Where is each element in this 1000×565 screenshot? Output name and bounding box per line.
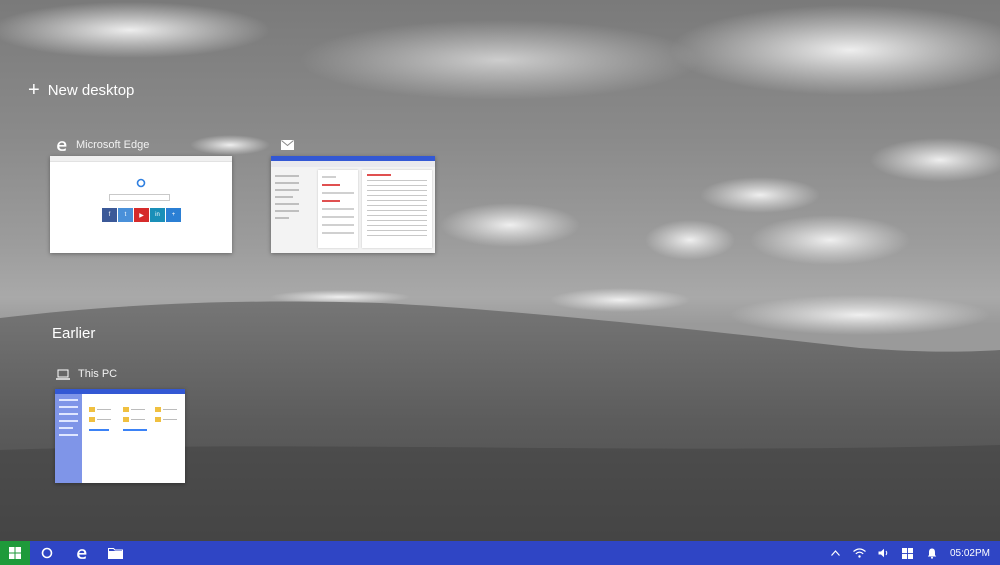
windows-logo-icon: [902, 547, 914, 559]
start-button[interactable]: [0, 541, 30, 565]
chevron-up-icon: [831, 550, 841, 556]
edge-icon: [76, 548, 86, 559]
window-thumbnail-edge[interactable]: [50, 156, 232, 253]
window-title-edge: Microsoft Edge: [54, 138, 149, 152]
earlier-heading: Earlier: [52, 325, 96, 342]
volume-button[interactable]: [872, 541, 896, 565]
window-thumbnail-this-pc[interactable]: [55, 389, 185, 483]
cortana-icon: [136, 178, 146, 188]
new-desktop-button[interactable]: + New desktop: [28, 79, 135, 101]
network-button[interactable]: [848, 541, 872, 565]
windows-tray-button[interactable]: [896, 541, 920, 565]
search-box: [109, 194, 170, 201]
file-explorer-icon: [107, 548, 123, 559]
clock[interactable]: 05:02PM: [950, 548, 990, 559]
window-title-label: Microsoft Edge: [76, 139, 150, 151]
wifi-icon: [853, 548, 867, 558]
volume-icon: [878, 548, 888, 558]
plus-icon: +: [28, 79, 40, 101]
window-title-label: This PC: [78, 368, 118, 380]
cortana-button[interactable]: [30, 541, 64, 565]
action-center-button[interactable]: [920, 541, 944, 565]
taskbar: 05:02PM: [0, 541, 1000, 565]
window-title-this-pc: This PC: [56, 367, 117, 381]
file-explorer-button[interactable]: [98, 541, 132, 565]
system-tray: 05:02PM: [824, 541, 1000, 565]
cortana-icon: [41, 547, 53, 559]
new-desktop-label: New desktop: [47, 81, 135, 99]
edge-taskbar-button[interactable]: [64, 541, 98, 565]
show-hidden-icons-button[interactable]: [824, 541, 848, 565]
laptop-icon: [56, 367, 70, 381]
mail-icon: [280, 138, 294, 152]
window-title-mail: [280, 138, 302, 152]
quick-link-tiles: f t ▶ in +: [102, 208, 181, 222]
window-thumbnail-mail[interactable]: [271, 156, 435, 253]
windows-logo-icon: [9, 547, 21, 559]
notification-icon: [927, 548, 937, 559]
edge-icon: [54, 138, 68, 152]
